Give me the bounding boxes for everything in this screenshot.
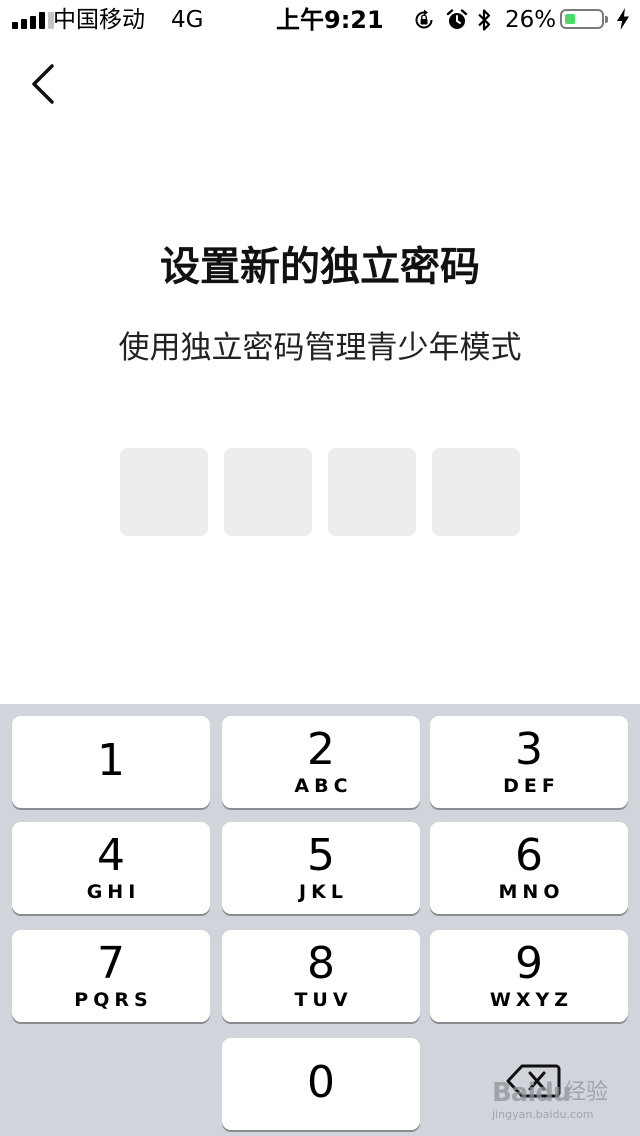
key-digit: 6 <box>515 830 543 881</box>
key-5[interactable]: 5 JKL <box>222 822 420 914</box>
key-digit: 5 <box>307 830 335 881</box>
key-digit: 8 <box>307 938 335 989</box>
key-9[interactable]: 9 WXYZ <box>430 930 628 1022</box>
key-letters: TUV <box>294 989 353 1011</box>
charging-icon <box>616 8 630 34</box>
network-type: 4G <box>171 7 204 33</box>
key-1[interactable]: 1 <box>12 716 210 808</box>
watermark-suffix: 经验 <box>564 1080 609 1105</box>
key-digit: 9 <box>515 938 543 989</box>
pin-box <box>120 448 208 536</box>
key-digit: 3 <box>515 724 543 775</box>
key-6[interactable]: 6 MNO <box>430 822 628 914</box>
rotation-lock-icon <box>413 9 435 35</box>
alarm-icon <box>446 9 468 35</box>
back-button[interactable] <box>24 58 68 110</box>
key-7[interactable]: 7 PQRS <box>12 930 210 1022</box>
baidu-watermark: Baidu 经验 jingyan.baidu.com <box>492 1078 618 1128</box>
key-letters: MNO <box>498 881 565 903</box>
watermark-url: jingyan.baidu.com <box>492 1108 594 1121</box>
key-letters: GHI <box>86 881 141 903</box>
key-3[interactable]: 3 DEF <box>430 716 628 808</box>
key-digit: 1 <box>97 735 125 786</box>
status-bar: 中国移动 4G 上午9:21 26% <box>0 0 640 40</box>
pin-box <box>224 448 312 536</box>
key-digit: 7 <box>97 938 125 989</box>
key-2[interactable]: 2 ABC <box>222 716 420 808</box>
battery-percent: 26% <box>505 7 557 33</box>
status-time: 上午9:21 <box>276 6 384 34</box>
key-letters: DEF <box>503 775 560 797</box>
pin-box <box>432 448 520 536</box>
key-digit: 2 <box>307 724 335 775</box>
key-4[interactable]: 4 GHI <box>12 822 210 914</box>
bluetooth-icon <box>476 8 492 36</box>
key-digit: 4 <box>97 830 125 881</box>
battery-level <box>565 14 575 24</box>
page-subtitle: 使用独立密码管理青少年模式 <box>118 330 522 366</box>
key-letters: PQRS <box>74 989 153 1011</box>
key-letters: JKL <box>299 881 348 903</box>
page-title: 设置新的独立密码 <box>160 244 480 290</box>
pin-box <box>328 448 416 536</box>
key-digit: 0 <box>307 1057 335 1108</box>
carrier-label: 中国移动 <box>53 7 145 33</box>
chevron-left-icon <box>32 64 54 104</box>
key-letters: WXYZ <box>489 989 574 1011</box>
battery-icon <box>560 9 608 29</box>
pin-input[interactable] <box>120 448 520 536</box>
key-8[interactable]: 8 TUV <box>222 930 420 1022</box>
key-0[interactable]: 0 <box>222 1038 420 1130</box>
key-letters: ABC <box>294 775 353 797</box>
watermark-brand: Baidu <box>492 1078 571 1108</box>
